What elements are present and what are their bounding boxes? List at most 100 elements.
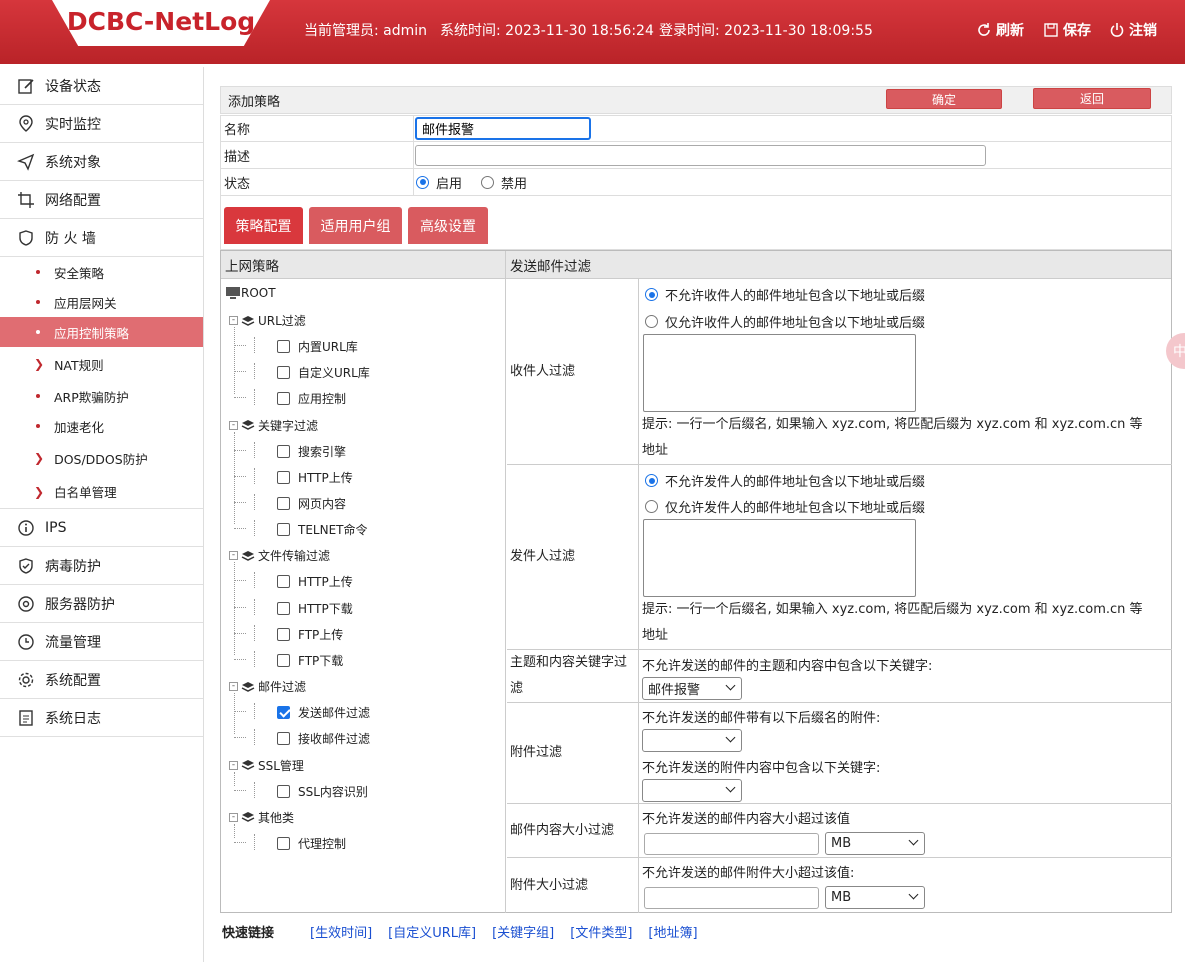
tree-checkbox[interactable] [277,444,290,458]
sidebar-sub-whitelist[interactable]: ❯ 白名单管理 [0,475,203,509]
tree-leaf[interactable]: 代理控制 [277,835,346,852]
tree-checkbox[interactable] [277,784,290,798]
tree-checkbox[interactable] [277,497,290,510]
tree-leaf[interactable]: 网页内容 [277,495,346,512]
sidebar-item-traffic[interactable]: 流量管理 [0,623,203,661]
attachment-keyword-select[interactable] [642,779,742,802]
save-button[interactable]: 保存 [1043,20,1091,40]
tree-leaf[interactable]: HTTP下载 [277,600,353,617]
tree-leaf-label: SSL内容识别 [298,784,368,799]
tree-checkbox[interactable] [277,340,290,353]
link-address-book[interactable]: [地址簿] [648,922,697,941]
sidebar-item-realtime-monitor[interactable]: 实时监控 [0,105,203,143]
tree-leaf[interactable]: 接收邮件过滤 [277,730,370,747]
keyword-select[interactable]: 邮件报警 [642,677,742,700]
tree-checkbox[interactable] [277,654,290,667]
recipient-textarea[interactable] [643,334,916,412]
tree-leaf[interactable]: FTP上传 [277,626,343,643]
tree-checkbox[interactable] [277,732,290,746]
tree-checkbox[interactable] [277,627,290,641]
confirm-button[interactable]: 确定 [886,89,1002,109]
edit-icon [16,76,36,96]
back-button[interactable]: 返回 [1033,88,1151,109]
tree-leaf[interactable]: 内置URL库 [277,338,358,355]
tree-leaf[interactable]: FTP下载 [277,652,343,669]
recipient-allow-radio[interactable] [645,315,658,328]
sidebar-sub-app-gateway[interactable]: 应用层网关 [0,287,203,317]
tree-checkbox[interactable] [277,706,290,720]
sender-filter-row: 发件人过滤 不允许发件人的邮件地址包含以下地址或后缀 仅允许发件人的邮件地址包含… [507,465,1172,650]
tree-checkbox[interactable] [277,601,290,615]
tree-connector [234,693,235,734]
logout-button[interactable]: 注销 [1109,20,1157,40]
tree-group[interactable]: - 邮件过滤 [229,678,306,695]
disable-radio[interactable] [481,175,495,189]
tree-leaf[interactable]: TELNET命令 [277,521,368,538]
tree-leaf[interactable]: 应用控制 [277,390,346,407]
tree-leaf[interactable]: 搜索引擎 [277,443,346,460]
tree-group[interactable]: - 关键字过滤 [229,417,318,434]
tree-leaf-label: 发送邮件过滤 [298,706,371,721]
sidebar-item-system-log[interactable]: 系统日志 [0,699,203,737]
name-input[interactable] [415,117,591,140]
content-size-input[interactable] [644,833,819,855]
tree-connector [254,441,255,458]
attach-size-unit-select[interactable]: MB [825,886,925,909]
tab-user-groups[interactable]: 适用用户组 [309,207,402,244]
tree-leaf[interactable]: 自定义URL库 [277,364,370,381]
enable-radio[interactable] [416,175,429,189]
sidebar-item-firewall[interactable]: 防 火 墙 [0,219,203,257]
recipient-deny-radio[interactable] [645,288,658,301]
tree-leaf-label: 网页内容 [298,497,347,511]
content-size-row: 邮件内容大小过滤 不允许发送的邮件内容大小超过该值 MB [507,804,1172,858]
sidebar-item-device-status[interactable]: 设备状态 [0,67,203,105]
link-keyword-group[interactable]: [关键字组] [492,922,554,941]
tree-checkbox[interactable] [277,366,290,380]
tree-leaf-label: FTP上传 [298,627,344,642]
attachment-ext-select[interactable] [642,729,742,752]
sidebar-item-antivirus[interactable]: 病毒防护 [0,547,203,585]
sender-textarea[interactable] [643,519,916,597]
bullet-icon [36,330,40,334]
form-title-row: 添加策略 [220,86,1172,114]
sidebar-item-ips[interactable]: IPS [0,509,203,547]
sender-deny-radio[interactable] [645,474,658,487]
sidebar-item-system-objects[interactable]: 系统对象 [0,143,203,181]
description-input[interactable] [415,144,986,166]
tab-policy-config[interactable]: 策略配置 [224,207,303,244]
tree-checkbox[interactable] [277,523,290,537]
tree-leaf[interactable]: HTTP上传 [277,469,353,486]
sidebar-sub-security-policy[interactable]: 安全策略 [0,257,203,287]
sidebar-sub-app-control-policy[interactable]: 应用控制策略 [0,317,203,347]
tree-group[interactable]: - 文件传输过滤 [229,547,330,564]
content-size-unit-select[interactable]: MB [825,832,925,855]
tree-checkbox[interactable] [277,470,290,484]
tree-leaf[interactable]: HTTP上传 [277,573,353,590]
sidebar-sub-nat-rules[interactable]: ❯ NAT规则 [0,347,203,381]
tree-group[interactable]: - SSL管理 [229,757,304,774]
clock-icon [16,632,36,652]
refresh-button[interactable]: 刷新 [976,20,1024,40]
sidebar-sub-dos-protect[interactable]: ❯ DOS/DDOS防护 [0,441,203,475]
tree-checkbox[interactable] [277,392,290,406]
layers-icon [241,550,255,561]
tree-leaf[interactable]: 发送邮件过滤 [277,704,370,721]
attach-size-input[interactable] [644,887,819,909]
chevron-right-icon: ❯ [34,357,45,371]
tree-group[interactable]: - 其他类 [229,809,294,826]
tree-checkbox[interactable] [277,836,290,850]
link-custom-url[interactable]: [自定义URL库] [388,922,476,941]
tree-root[interactable]: ROOT [225,286,276,300]
sidebar-item-server-protect[interactable]: 服务器防护 [0,585,203,623]
link-effective-time[interactable]: [生效时间] [310,922,372,941]
sidebar-item-network-config[interactable]: 网络配置 [0,181,203,219]
tree-leaf[interactable]: SSL内容识别 [277,783,368,800]
tab-advanced[interactable]: 高级设置 [408,207,488,244]
link-file-type[interactable]: [文件类型] [570,922,632,941]
tree-checkbox[interactable] [277,575,290,589]
sidebar-sub-arp-protect[interactable]: ARP欺骗防护 [0,381,203,411]
sidebar-item-system-config[interactable]: 系统配置 [0,661,203,699]
sender-allow-radio[interactable] [645,500,658,513]
sidebar-sub-accel-aging[interactable]: 加速老化 [0,411,203,441]
tree-group[interactable]: - URL过滤 [229,312,306,329]
